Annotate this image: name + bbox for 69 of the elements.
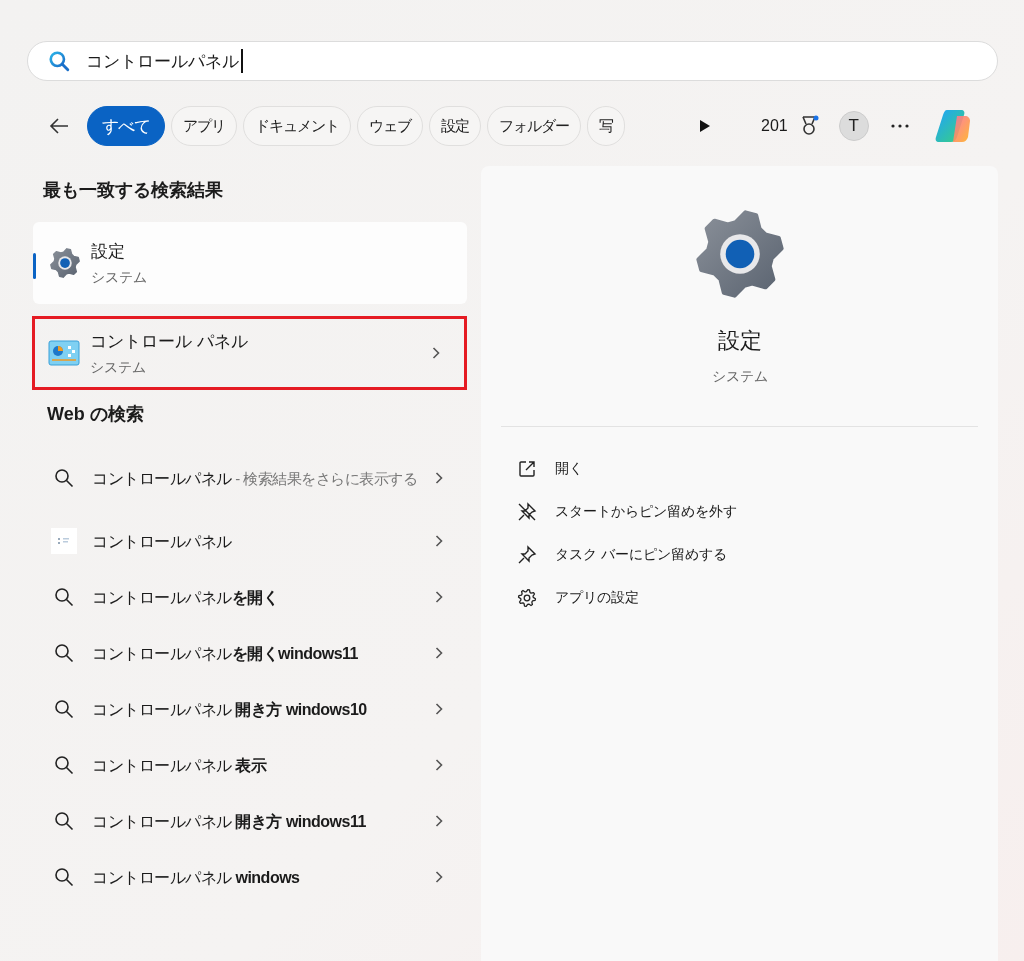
chevron-icon xyxy=(435,534,443,548)
result-title: 設定 xyxy=(91,240,126,263)
scroll-right-button[interactable] xyxy=(699,119,711,133)
action-item[interactable]: スタートからピン留めを外す xyxy=(501,490,978,533)
search-icon xyxy=(54,587,74,607)
filter-tab[interactable]: ウェブ xyxy=(357,106,423,146)
search-field[interactable]: コントロールパネル xyxy=(27,41,998,81)
web-result[interactable]: コントロールパネル 開き方 windows11 xyxy=(33,793,467,849)
chevron-icon xyxy=(435,870,443,884)
section-heading: Web の検索 xyxy=(47,403,145,426)
gear-icon xyxy=(50,248,80,278)
search-icon xyxy=(54,867,74,887)
web-result[interactable]: コントロールパネル - 検索結果をさらに表示する xyxy=(33,443,467,513)
pin-icon xyxy=(517,544,537,565)
thumbnail-image xyxy=(51,528,77,554)
result-item[interactable]: コントロール パネル システム xyxy=(32,316,467,390)
search-icon xyxy=(48,50,70,72)
result-text: コントロールパネル 開き方 windows10 xyxy=(92,699,368,720)
search-icon xyxy=(54,468,74,488)
chevron-icon xyxy=(435,646,443,660)
chevron-icon xyxy=(435,702,443,716)
app-title: 設定 xyxy=(717,327,762,355)
action-item[interactable]: タスク バーにピン留めする xyxy=(501,533,978,576)
result-title: コントロール パネル xyxy=(90,330,249,353)
avatar-button[interactable]: T xyxy=(838,111,869,141)
result-item[interactable]: 設定 システム xyxy=(33,222,467,304)
result-text: コントロールパネルを開く xyxy=(92,587,279,608)
gear-icon xyxy=(695,210,784,298)
result-category: システム xyxy=(91,268,148,287)
chevron-icon xyxy=(435,814,443,828)
points-count: 201 xyxy=(761,117,788,135)
web-result[interactable]: コントロールパネル 開き方 windows10 xyxy=(33,681,467,737)
search-icon xyxy=(54,699,74,719)
unpin-icon xyxy=(517,501,537,522)
result-category: システム xyxy=(90,358,147,377)
result-text: コントロールパネル xyxy=(92,531,233,552)
section-heading: 最も一致する検索結果 xyxy=(43,179,224,202)
filter-tab[interactable]: 写 xyxy=(587,106,625,146)
chevron-icon xyxy=(435,471,443,485)
search-icon xyxy=(54,755,74,775)
more-button[interactable] xyxy=(890,124,909,128)
web-result[interactable]: コントロールパネル windows xyxy=(33,849,467,905)
result-text: コントロールパネルを開くwindows11 xyxy=(92,643,359,664)
web-result[interactable]: コントロールパネル xyxy=(33,513,467,569)
external-link-icon xyxy=(517,458,537,479)
filter-tab[interactable]: フォルダー xyxy=(487,106,581,146)
search-icon xyxy=(54,811,74,831)
filter-tab[interactable]: すべて xyxy=(87,106,165,146)
chevron-icon xyxy=(435,758,443,772)
gear-icon xyxy=(517,587,537,608)
search-icon xyxy=(54,643,74,663)
selection-indicator xyxy=(33,253,36,279)
control-panel-icon xyxy=(48,340,80,366)
web-result[interactable]: コントロールパネルを開くwindows11 xyxy=(33,625,467,681)
filter-tab[interactable]: アプリ xyxy=(171,106,237,146)
action-item[interactable]: 開く xyxy=(501,447,978,490)
result-text: コントロールパネル 開き方 windows11 xyxy=(92,811,367,832)
web-result[interactable]: コントロールパネルを開く xyxy=(33,569,467,625)
app-category: システム xyxy=(711,368,768,386)
result-text: コントロールパネル windows xyxy=(92,867,301,888)
search-text: コントロールパネル xyxy=(86,50,239,73)
result-text: コントロールパネル 表示 xyxy=(92,755,268,776)
chevron-icon xyxy=(435,590,443,604)
result-text: コントロールパネル - 検索結果をさらに表示する xyxy=(92,468,419,489)
chevron-icon xyxy=(432,346,440,360)
action-item[interactable]: アプリの設定 xyxy=(501,576,978,619)
filter-tab[interactable]: 設定 xyxy=(429,106,481,146)
web-result[interactable]: コントロールパネル 表示 xyxy=(33,737,467,793)
filter-tab[interactable]: ドキュメント xyxy=(243,106,351,146)
